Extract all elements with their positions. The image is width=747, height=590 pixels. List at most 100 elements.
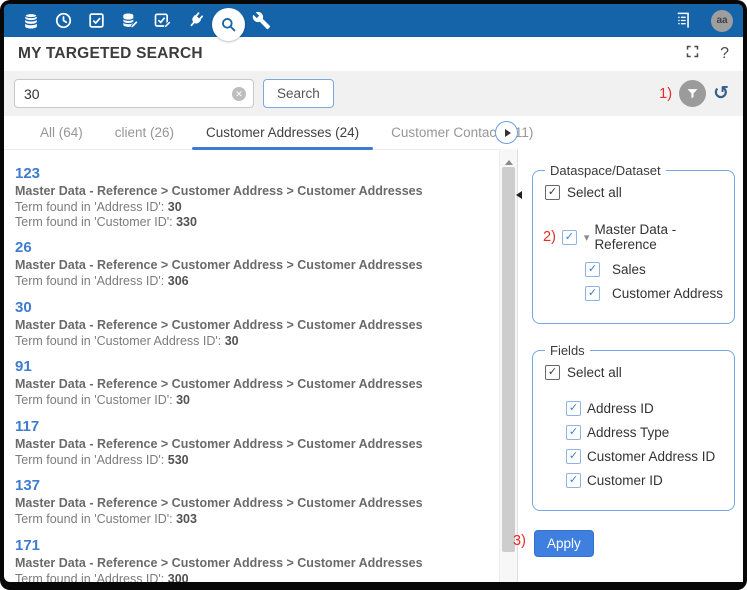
panel-collapse-icon[interactable] <box>516 191 522 199</box>
funnel-icon <box>686 87 699 100</box>
result-term-line: Term found in 'Customer Address ID': 30 <box>15 334 499 349</box>
field-checkbox[interactable]: ✓ <box>566 425 581 440</box>
tree-child-checkbox[interactable]: ✓ <box>585 262 600 277</box>
result-breadcrumb: Master Data - Reference > Customer Addre… <box>15 184 499 198</box>
dataspace-dataset-legend: Dataspace/Dataset <box>545 163 666 178</box>
result-term-line: Term found in 'Customer ID': 303 <box>15 512 499 527</box>
result-term-line: Term found in 'Address ID': 30 <box>15 200 499 215</box>
apply-row: 3) Apply <box>534 530 735 557</box>
reset-filters-icon[interactable]: ↺ <box>713 84 729 103</box>
term-value: 30 <box>168 200 182 214</box>
tab-all-64-[interactable]: All (64) <box>24 116 99 149</box>
result-record-link[interactable]: 30 <box>15 299 32 316</box>
fields-fieldset: Fields ✓ Select all ✓Address ID✓Address … <box>532 343 735 511</box>
wrench-icon[interactable] <box>245 4 278 37</box>
result-item: 91Master Data - Reference > Customer Add… <box>15 358 499 408</box>
field-checkbox[interactable]: ✓ <box>566 449 581 464</box>
field-label: Customer Address ID <box>587 449 715 464</box>
result-record-link[interactable]: 171 <box>15 537 40 554</box>
tree-child-label: Customer Address <box>612 286 723 301</box>
tab-customer-addresses-24-[interactable]: Customer Addresses (24) <box>190 116 375 149</box>
result-breadcrumb: Master Data - Reference > Customer Addre… <box>15 258 499 272</box>
chevron-right-icon <box>505 129 511 137</box>
dataspace-select-all-checkbox[interactable]: ✓ <box>545 185 560 200</box>
result-tabs: All (64)client (26)Customer Addresses (2… <box>4 116 524 150</box>
annotation-3: 3) <box>513 533 526 549</box>
result-item: 26 Master Data - Reference > Customer Add… <box>15 239 499 289</box>
app-window: aa MY TARGETED SEARCH ? ✕ Search 1) ↺ Al… <box>4 4 743 582</box>
filter-panel: Dataspace/Dataset ✓ Select all 2)✓▾Maste… <box>518 149 743 582</box>
search-box: ✕ <box>14 79 254 108</box>
result-record-link[interactable]: 117 <box>15 418 39 435</box>
annotation-2: 2) <box>543 229 556 245</box>
result-term-line: Term found in 'Address ID': 530 <box>15 453 499 468</box>
database-icon[interactable] <box>14 4 47 37</box>
result-item: 30 Master Data - Reference > Customer Add… <box>15 299 499 349</box>
result-term-line: Term found in 'Customer ID': 30 <box>15 393 499 408</box>
field-item: ✓ Customer ID <box>566 473 724 488</box>
tree-child-checkbox[interactable]: ✓ <box>585 286 600 301</box>
fields-select-all[interactable]: ✓ Select all <box>545 365 724 380</box>
fullscreen-icon[interactable] <box>685 44 700 64</box>
result-record-link[interactable]: 137 <box>15 477 40 494</box>
validation-edit-icon[interactable] <box>146 4 179 37</box>
tree-child-label: Sales <box>612 262 646 277</box>
search-bar-row: ✕ Search 1) ↺ <box>4 71 743 116</box>
apply-button[interactable]: Apply <box>534 530 594 557</box>
validation-icon[interactable] <box>80 4 113 37</box>
fields-select-all-checkbox[interactable]: ✓ <box>545 365 560 380</box>
tabs-scroll-right-button[interactable] <box>495 121 518 144</box>
top-nav-bar: aa <box>4 4 743 37</box>
result-item: 123 Master Data - Reference > Customer Ad… <box>15 165 499 229</box>
search-icon <box>219 15 238 34</box>
tree-root-checkbox[interactable]: ✓ <box>562 230 577 245</box>
result-record-link[interactable]: 91 <box>15 358 32 375</box>
term-value: 303 <box>176 512 197 526</box>
search-input[interactable] <box>22 85 232 103</box>
term-label: Term found in 'Customer ID': <box>15 393 176 407</box>
connector-icon[interactable] <box>179 4 212 37</box>
term-value: 300 <box>168 572 189 583</box>
tab-client-26-[interactable]: client (26) <box>99 116 190 149</box>
content-area: 123 Master Data - Reference > Customer Ad… <box>4 149 743 582</box>
result-record-link[interactable]: 123 <box>15 165 40 182</box>
dataspace-tree: 2)✓▾Master Data - Reference✓Sales✓Custom… <box>543 222 724 301</box>
term-value: 30 <box>225 334 239 348</box>
search-results-list: 123 Master Data - Reference > Customer Ad… <box>4 149 499 582</box>
dataspace-select-all[interactable]: ✓ Select all <box>545 185 724 200</box>
filter-toggle-button[interactable] <box>679 80 706 107</box>
field-label: Address ID <box>587 401 654 416</box>
scrollbar-thumb[interactable] <box>502 167 515 552</box>
term-value: 306 <box>168 274 189 288</box>
field-checkbox[interactable]: ✓ <box>566 473 581 488</box>
search-button[interactable]: Search <box>263 79 334 108</box>
field-checkbox[interactable]: ✓ <box>566 401 581 416</box>
tab-customer-contacts-11-[interactable]: Customer Contacts (11) <box>375 116 549 149</box>
help-icon[interactable]: ? <box>720 45 729 63</box>
result-breadcrumb: Master Data - Reference > Customer Addre… <box>15 496 499 510</box>
fields-checkbox-list: ✓Address ID✓Address Type✓Customer Addres… <box>543 401 724 488</box>
tree-node-child: ✓ Sales <box>585 262 724 277</box>
tree-expand-icon[interactable]: ▾ <box>584 231 590 244</box>
term-label: Term found in 'Address ID': <box>15 200 168 214</box>
results-scrollbar[interactable] <box>499 149 518 582</box>
dataspace-dataset-fieldset: Dataspace/Dataset ✓ Select all 2)✓▾Maste… <box>532 163 735 324</box>
result-item: 137 Master Data - Reference > Customer Ad… <box>15 477 499 527</box>
dataspace-select-all-label: Select all <box>567 185 622 200</box>
report-list-icon[interactable] <box>666 4 699 37</box>
field-label: Customer ID <box>587 473 663 488</box>
field-item: ✓Address Type <box>566 425 724 440</box>
user-avatar[interactable]: aa <box>711 10 733 32</box>
term-label: Term found in 'Customer ID': <box>15 215 176 229</box>
term-label: Term found in 'Customer ID': <box>15 512 176 526</box>
result-record-link[interactable]: 26 <box>15 239 32 256</box>
term-label: Term found in 'Address ID': <box>15 274 168 288</box>
clock-icon[interactable] <box>47 4 80 37</box>
result-term-line: Term found in 'Address ID': 300 <box>15 572 499 583</box>
term-label: Term found in 'Address ID': <box>15 453 168 467</box>
clear-search-icon[interactable]: ✕ <box>232 87 246 101</box>
search-nav-active[interactable] <box>212 8 245 41</box>
database-edit-icon[interactable] <box>113 4 146 37</box>
result-breadcrumb: Master Data - Reference > Customer Addre… <box>15 318 499 332</box>
tree-node-root: 2)✓▾Master Data - Reference <box>543 222 724 252</box>
